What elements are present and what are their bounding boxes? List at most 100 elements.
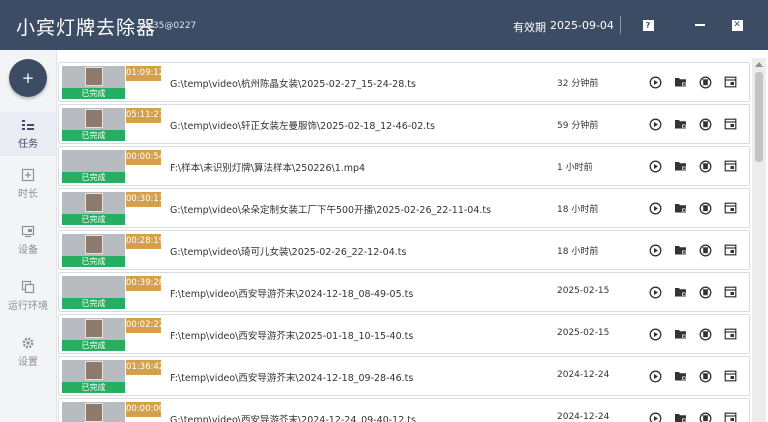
sidebar-item-device[interactable]: 设备 xyxy=(0,218,56,262)
duration-badge: 01:09:12 xyxy=(126,66,164,81)
thumbnail-image xyxy=(85,361,103,380)
details-icon[interactable] xyxy=(723,159,737,173)
file-path: F:\temp\video\西安导游芥末\2024-12-18_09-28-46… xyxy=(170,373,414,384)
details-icon[interactable] xyxy=(723,327,737,341)
sidebar-item-label: 设置 xyxy=(18,357,38,368)
task-row[interactable]: 已完成 01:09:12 G:\temp\video\杭州陈晶女装\2025-02-… xyxy=(58,62,750,102)
task-time: 32 分钟前 xyxy=(557,79,599,89)
expiry-label: 有效期 xyxy=(513,21,546,34)
delete-icon[interactable] xyxy=(698,369,712,383)
file-path: F:\样本\未识别灯牌\算法样本\250226\1.mp4 xyxy=(170,163,366,174)
delete-icon[interactable] xyxy=(698,411,712,422)
details-icon[interactable] xyxy=(723,411,737,422)
duration-icon xyxy=(21,168,35,182)
video-thumbnail: 已完成 xyxy=(62,234,125,267)
task-row[interactable]: 已完成 00:00:54 F:\样本\未识别灯牌\算法样本\250226\1.mp4… xyxy=(58,146,750,186)
video-thumbnail: 已完成 xyxy=(62,276,125,309)
play-icon[interactable] xyxy=(648,285,662,299)
open-folder-icon[interactable] xyxy=(673,285,687,299)
sidebar-item-environment[interactable]: 运行环境 xyxy=(0,274,56,318)
delete-icon[interactable] xyxy=(698,327,712,341)
details-icon[interactable] xyxy=(723,201,737,215)
add-task-button[interactable]: + xyxy=(9,59,47,97)
open-folder-icon[interactable] xyxy=(673,243,687,257)
play-icon[interactable] xyxy=(648,201,662,215)
details-icon[interactable] xyxy=(723,285,737,299)
status-badge: 已完成 xyxy=(62,88,125,99)
task-row[interactable]: 已完成 00:02:22 F:\temp\video\西安导游芥末\2025-01-… xyxy=(58,314,750,354)
close-button[interactable]: ✕ xyxy=(729,17,745,33)
details-icon[interactable] xyxy=(723,75,737,89)
task-time: 59 分钟前 xyxy=(557,121,599,131)
play-icon[interactable] xyxy=(648,159,662,173)
open-folder-icon[interactable] xyxy=(673,75,687,89)
app-version: v1.35@0227 xyxy=(139,21,197,31)
task-time: 2025-02-15 xyxy=(557,328,610,338)
minimize-button[interactable] xyxy=(692,17,708,33)
video-thumbnail: 已完成 xyxy=(62,150,125,183)
video-thumbnail xyxy=(62,402,125,422)
open-folder-icon[interactable] xyxy=(673,369,687,383)
open-folder-icon[interactable] xyxy=(673,201,687,215)
duration-badge: 00:28:19 xyxy=(126,234,164,249)
play-icon[interactable] xyxy=(648,117,662,131)
thumbnail-image xyxy=(85,109,103,128)
video-thumbnail: 已完成 xyxy=(62,192,125,225)
delete-icon[interactable] xyxy=(698,243,712,257)
sidebar: + 任务 时长 设备 运行环境 设置 xyxy=(0,50,57,422)
task-row[interactable]: 已完成 05:11:21 G:\temp\video\轩正女装左曼服饰\2025-0… xyxy=(58,104,750,144)
app-title: 小宾灯牌去除器 xyxy=(16,17,157,39)
task-row[interactable]: 已完成 00:39:28 F:\temp\video\西安导游芥末\2024-12-… xyxy=(58,272,750,312)
details-icon[interactable] xyxy=(723,117,737,131)
scrollbar[interactable] xyxy=(752,58,766,422)
title-bar: 小宾灯牌去除器 v1.35@0227 有效期 2025-09-04 ? ✕ xyxy=(0,0,768,50)
play-icon[interactable] xyxy=(648,243,662,257)
open-folder-icon[interactable] xyxy=(673,159,687,173)
sidebar-item-label: 任务 xyxy=(18,139,38,150)
duration-badge: 00:39:28 xyxy=(126,276,164,291)
task-list: 已完成 01:09:12 G:\temp\video\杭州陈晶女装\2025-02-… xyxy=(58,58,750,422)
duration-badge: 00:30:11 xyxy=(126,192,164,207)
delete-icon[interactable] xyxy=(698,285,712,299)
file-path: G:\temp\video\朵朵定制女装工厂下午500开播\2025-02-26… xyxy=(170,205,492,216)
duration-badge: 01:36:42 xyxy=(126,360,164,375)
gear-icon xyxy=(22,337,34,349)
file-path: G:\temp\video\琦可儿女装\2025-02-26_22-12-04.… xyxy=(170,247,407,258)
help-button[interactable]: ? xyxy=(640,17,656,33)
delete-icon[interactable] xyxy=(698,159,712,173)
play-icon[interactable] xyxy=(648,327,662,341)
task-row[interactable]: 已完成 00:28:19 G:\temp\video\琦可儿女装\2025-02-2… xyxy=(58,230,750,270)
task-time: 18 小时前 xyxy=(557,205,599,215)
status-badge: 已完成 xyxy=(62,340,125,351)
scroll-thumb[interactable] xyxy=(755,72,763,162)
sidebar-item-label: 运行环境 xyxy=(8,301,48,312)
sidebar-item-tasks[interactable]: 任务 xyxy=(0,112,56,156)
open-folder-icon[interactable] xyxy=(673,327,687,341)
task-row[interactable]: 已完成 00:30:11 G:\temp\video\朵朵定制女装工厂下午500开播… xyxy=(58,188,750,228)
duration-badge: 05:11:21 xyxy=(126,108,164,123)
delete-icon[interactable] xyxy=(698,75,712,89)
help-icon: ? xyxy=(642,19,654,31)
play-icon[interactable] xyxy=(648,411,662,422)
scroll-up-icon[interactable] xyxy=(755,62,763,67)
open-folder-icon[interactable] xyxy=(673,117,687,131)
sidebar-item-duration[interactable]: 时长 xyxy=(0,162,56,206)
details-icon[interactable] xyxy=(723,369,737,383)
video-thumbnail: 已完成 xyxy=(62,108,125,141)
delete-icon[interactable] xyxy=(698,117,712,131)
delete-icon[interactable] xyxy=(698,201,712,215)
task-time: 1 小时前 xyxy=(557,163,593,173)
details-icon[interactable] xyxy=(723,243,737,257)
sidebar-item-settings[interactable]: 设置 xyxy=(0,330,56,374)
file-path: G:\temp\video\杭州陈晶女装\2025-02-27_15-24-28… xyxy=(170,79,416,90)
video-thumbnail: 已完成 xyxy=(62,66,125,99)
play-icon[interactable] xyxy=(648,369,662,383)
status-badge: 已完成 xyxy=(62,130,125,141)
device-icon xyxy=(21,225,35,238)
open-folder-icon[interactable] xyxy=(673,411,687,422)
duration-badge: 00:02:22 xyxy=(126,318,164,333)
task-row[interactable]: 已完成 01:36:42 F:\temp\video\西安导游芥末\2024-12-… xyxy=(58,356,750,396)
minimize-icon xyxy=(695,24,705,26)
play-icon[interactable] xyxy=(648,75,662,89)
task-row[interactable]: 00:00:00 G:\temp\video\西安导游芥末\2024-12-24_… xyxy=(58,398,750,422)
